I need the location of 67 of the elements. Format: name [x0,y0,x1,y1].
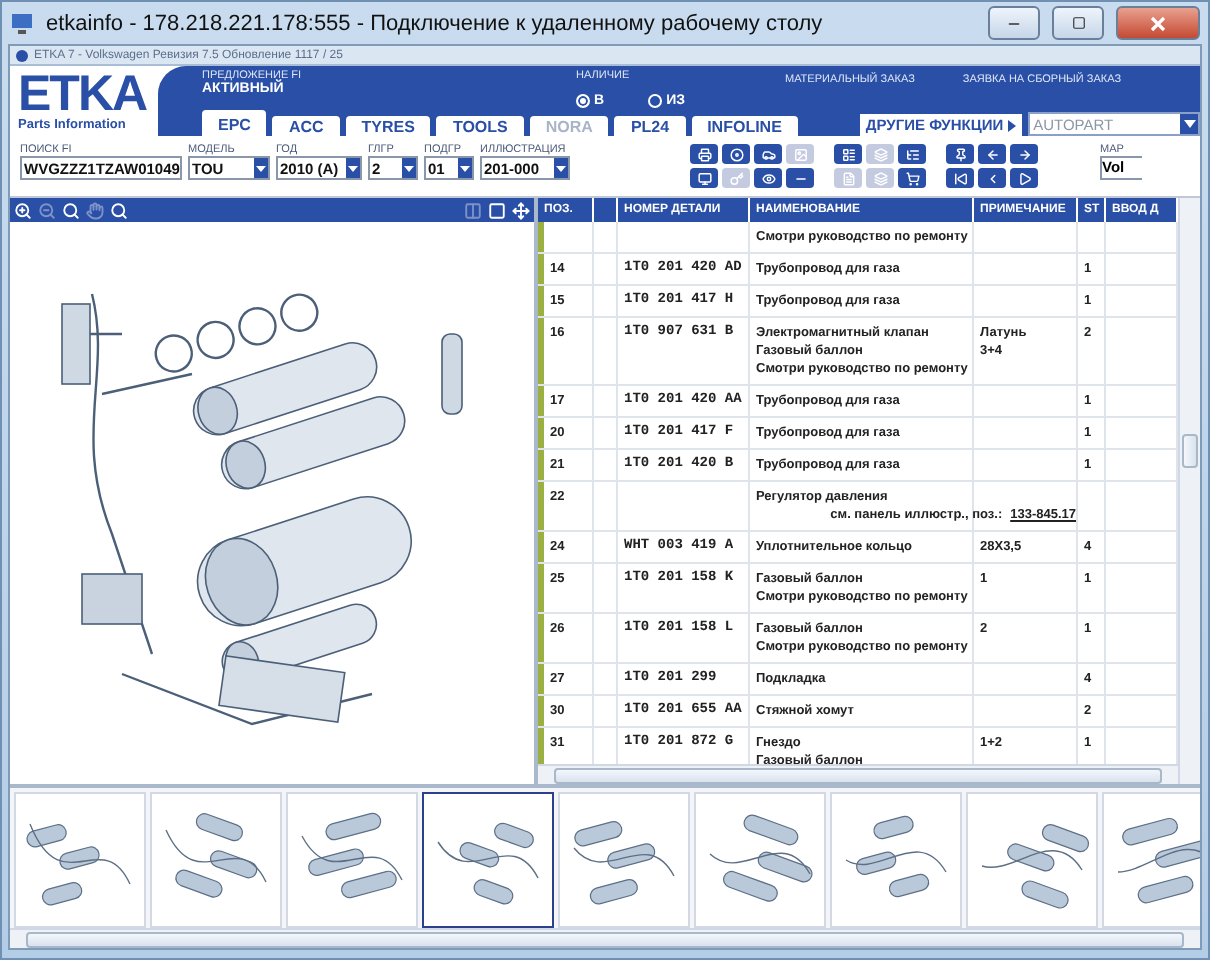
toolbar-button[interactable] [834,144,862,164]
view-tool-button[interactable] [510,200,532,220]
logo-text: ETKA [18,70,149,118]
caret-icon [460,165,470,171]
toolbar-button[interactable] [946,144,974,164]
window-title: etkainfo - 178.218.221.178:555 - Подключение к удаленному рабочему столу [46,11,825,35]
tab[interactable]: INFOLINE [691,116,798,138]
tab[interactable]: ACC [272,116,340,138]
toolbar-button[interactable] [754,168,782,188]
caret-icon [256,165,266,171]
tab[interactable]: EPC [202,110,267,138]
toolbar-button[interactable] [690,144,718,164]
toolbar-icon [985,147,999,161]
toolbar-icon [905,147,919,161]
toolbar-icon [793,147,807,161]
caret-icon [404,165,414,171]
toolbar-icon [953,171,967,185]
tab[interactable]: PL24 [614,116,686,138]
toolbar-icon [841,147,855,161]
toolbar-icon [905,171,919,185]
maximize-icon [1071,16,1085,30]
toolbar-button[interactable] [978,168,1006,188]
caret-icon [348,165,358,171]
toolbar-icon [953,147,967,161]
horizontal-scrollbar[interactable] [538,764,1178,784]
toolbar-button[interactable] [722,144,750,164]
toolbar-icon [1017,171,1031,185]
toolbar-button[interactable] [978,144,1006,164]
horizontal-scrollbar[interactable] [10,928,1200,948]
toolbar-icon [985,171,999,185]
toolbar-button[interactable] [898,144,926,164]
toolbar-button[interactable] [690,168,718,188]
hand-icon [86,201,104,219]
zoom-tool-button[interactable] [108,200,130,220]
caret-icon [556,165,566,171]
zoom-tool-button[interactable] [60,200,82,220]
toolbar-button[interactable] [1010,168,1038,188]
diagram-thumbnail[interactable] [422,792,554,928]
toolbar-icon [841,171,855,185]
close-icon [1150,15,1166,31]
tab[interactable]: TYRES [345,116,431,138]
toolbar-button[interactable] [1010,144,1038,164]
toolbar-icon [761,147,775,161]
monitor-icon [10,11,34,35]
caret-icon [1007,119,1016,131]
toolbar-icon [697,171,711,185]
toolbar-icon [873,171,887,185]
caret-icon [1183,120,1195,128]
minimize-button[interactable] [988,6,1040,40]
zoom-tool-button[interactable] [12,200,34,220]
toolbar-button[interactable] [754,144,782,164]
close-button[interactable] [1116,6,1200,40]
app-icon [16,49,28,61]
toolbar-button[interactable] [786,168,814,188]
magnifier-icon [38,201,56,219]
toolbar-icon [761,171,775,185]
tab[interactable]: TOOLS [436,116,524,138]
vertical-scrollbar[interactable] [1178,198,1200,784]
toolbar-icon [873,147,887,161]
view-icon [464,201,482,219]
toolbar-icon [729,147,743,161]
toolbar-icon [1017,147,1031,161]
toolbar-icon [729,171,743,185]
maximize-button[interactable] [1052,6,1104,40]
toolbar-icon [697,147,711,161]
toolbar-button[interactable] [946,168,974,188]
toolbar-button[interactable] [898,168,926,188]
